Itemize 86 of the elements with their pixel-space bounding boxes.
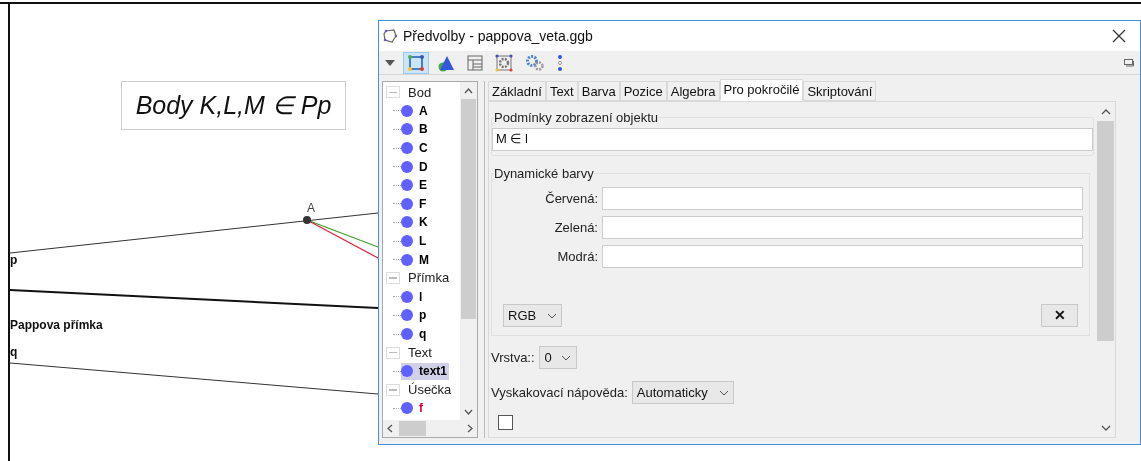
line-label: q [10, 344, 18, 361]
tree-item[interactable]: E [401, 176, 429, 194]
collapse-toggle[interactable] [386, 272, 400, 285]
item-label: q [419, 326, 427, 343]
line-label: Pappova přímka [10, 317, 103, 334]
gears-icon [525, 53, 545, 72]
tree-item[interactable]: text1 [401, 362, 449, 380]
tab[interactable]: Pro pokročilé [719, 79, 804, 101]
item-label: p [419, 307, 427, 325]
item-label: E [419, 177, 427, 195]
item-label: f [419, 400, 423, 418]
more-icon [557, 53, 563, 72]
tree-group[interactable]: Bod [408, 82, 432, 103]
field-label: Vyskakovací nápověda: [491, 383, 628, 402]
chevron-icon [547, 312, 557, 319]
scroll-left-icon[interactable] [387, 424, 393, 433]
close-icon[interactable] [1112, 29, 1126, 43]
tree-group[interactable]: Přímka [408, 268, 450, 288]
tree-item[interactable]: l [401, 288, 425, 306]
scroll-up-icon[interactable] [1100, 108, 1111, 115]
tree-item[interactable]: p [401, 306, 429, 324]
app-icon [383, 29, 397, 43]
tree-item[interactable]: A [401, 102, 430, 120]
item-label: C [419, 140, 428, 158]
tree-item[interactable]: F [401, 195, 429, 213]
input-field[interactable] [602, 245, 1083, 268]
item-label: A [419, 102, 428, 120]
scroll-down-icon[interactable] [1100, 424, 1111, 431]
window-title: Předvolby - pappova_veta.ggb [403, 26, 593, 46]
layout-icon [467, 54, 483, 71]
tree-item[interactable]: D [401, 158, 430, 176]
item-label: K [419, 214, 428, 232]
item-label: B [419, 121, 428, 139]
layer-select[interactable]: 0 [538, 346, 577, 369]
chevron-icon [560, 354, 571, 361]
field-label: Červená: [544, 189, 598, 208]
tree-item[interactable]: q [401, 325, 429, 343]
caption-text: Body K,L,M ∈ Pp [121, 81, 346, 130]
chevron-icon [718, 389, 729, 396]
tree-item[interactable]: C [401, 139, 430, 157]
field-label: Zelená: [553, 218, 598, 237]
scroll-down-icon[interactable] [464, 408, 473, 415]
tree-group[interactable]: Úsečka [408, 380, 452, 400]
square-points-icon [407, 53, 425, 72]
color-mode-select[interactable]: RGB [503, 304, 562, 327]
gear-icon [495, 53, 513, 72]
input-field[interactable] [602, 187, 1083, 210]
tree-item[interactable]: B [401, 121, 430, 138]
tooltip-select[interactable]: Automaticky [631, 381, 734, 404]
tab[interactable]: Algebra [666, 81, 720, 101]
item-label: L [419, 233, 427, 251]
tab[interactable]: Barva [577, 81, 620, 101]
item-label: D [419, 158, 428, 176]
scroll-up-icon[interactable] [464, 87, 473, 94]
tree-item[interactable]: f [401, 399, 425, 417]
item-label: text1 [419, 363, 447, 381]
tab[interactable]: Základní [488, 81, 546, 101]
collapse-toggle[interactable] [386, 383, 400, 396]
field-label: Modrá: [556, 247, 598, 266]
collapse-toggle[interactable] [386, 86, 400, 99]
item-label: M [419, 251, 429, 269]
tree-item[interactable]: L [401, 232, 429, 250]
clear-button[interactable]: ✕ [1041, 304, 1078, 327]
tree-item[interactable]: K [401, 213, 430, 231]
tab[interactable]: Skriptování [803, 81, 877, 101]
input-field[interactable] [602, 216, 1083, 239]
scroll-right-icon[interactable] [467, 424, 473, 433]
tab[interactable]: Pozice [619, 81, 667, 101]
line-label: p [10, 252, 18, 269]
item-label: l [419, 288, 423, 306]
dropdown-icon [385, 59, 395, 66]
item-label: F [419, 195, 427, 213]
field-label: Vrstva:: [491, 348, 535, 367]
condition-input[interactable]: M ∈ l [492, 127, 1093, 151]
section-title: Dynamické barvy [494, 164, 594, 183]
undock-icon[interactable] [1124, 58, 1134, 67]
toolbar-button[interactable] [403, 51, 429, 74]
point-label: A [307, 200, 315, 217]
tree-group[interactable]: Text [408, 342, 432, 363]
collapse-toggle[interactable] [386, 346, 400, 359]
scrollbar[interactable] [460, 82, 477, 420]
tree-item[interactable]: M [401, 251, 431, 269]
tab[interactable]: Text [545, 81, 578, 101]
horizontal-scrollbar[interactable] [383, 420, 477, 437]
section-title: Podmínky zobrazení objektu [494, 109, 659, 127]
checkbox[interactable] [498, 415, 513, 430]
